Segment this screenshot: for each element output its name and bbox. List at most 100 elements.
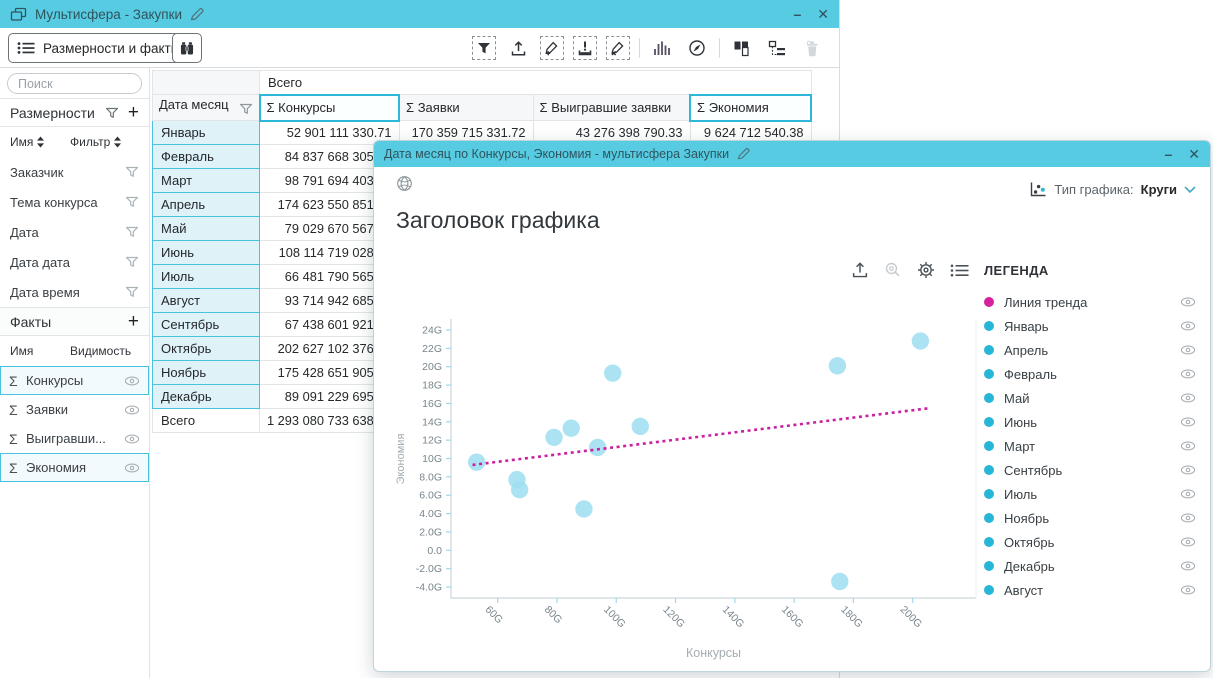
legend-item[interactable]: Июль [984,482,1200,506]
legend-item[interactable]: Май [984,386,1200,410]
legend-item[interactable]: Июнь [984,410,1200,434]
edit-popup-title-icon[interactable] [737,148,751,160]
bubble-Ноябрь[interactable] [831,573,848,590]
legend-item[interactable]: Август [984,578,1200,602]
month-cell[interactable]: Сентябрь [153,313,260,337]
legend-item[interactable]: Январь [984,314,1200,338]
bubble-Сентябрь[interactable] [511,481,528,498]
add-dimension-button[interactable]: + [128,103,139,122]
month-cell[interactable]: Декабрь [153,385,260,409]
filter-selection-button[interactable] [472,36,496,60]
month-cell[interactable]: Август [153,289,260,313]
bubble-Август[interactable] [589,439,606,456]
bubble-Апрель[interactable] [829,357,846,374]
histogram-button[interactable] [649,35,675,61]
dimension-item[interactable]: Заказчик [0,157,149,187]
apply-warning-button[interactable] [573,36,597,60]
visibility-eye-icon[interactable] [1180,393,1200,403]
dimensions-facts-button[interactable]: Размерности и факты [8,33,193,63]
copy-documents-button[interactable] [729,35,755,61]
visibility-eye-icon[interactable] [124,463,140,473]
export-button[interactable] [505,35,531,61]
funnel-icon[interactable] [105,107,119,119]
visibility-eye-icon[interactable] [1180,561,1200,571]
visibility-eye-icon[interactable] [1180,417,1200,427]
hierarchy-button[interactable] [764,35,790,61]
funnel-icon[interactable] [125,256,139,268]
edit-add-button[interactable] [540,36,564,60]
restore-window-icon[interactable] [10,7,27,22]
month-cell[interactable]: Октябрь [153,337,260,361]
month-cell[interactable]: Май [153,217,260,241]
funnel-icon[interactable] [239,103,253,118]
popup-minimize-button[interactable]: – [1164,147,1172,161]
fact-item[interactable]: ΣКонкурсы [0,366,149,395]
column-header[interactable]: Σ Конкурсы [260,95,400,121]
legend-item[interactable]: Ноябрь [984,506,1200,530]
visibility-eye-icon[interactable] [1180,321,1200,331]
fact-item[interactable]: ΣЗаявки [0,395,149,424]
visibility-eye-icon[interactable] [1180,369,1200,379]
month-cell[interactable]: Апрель [153,193,260,217]
bubble-Март[interactable] [604,364,621,381]
dimension-item[interactable]: Дата время [0,277,149,307]
month-cell[interactable]: Июль [153,265,260,289]
legend-item[interactable]: Линия тренда [984,290,1200,314]
bubble-Январь[interactable] [468,453,485,470]
bubble-Февраль[interactable] [563,420,580,437]
visibility-eye-icon[interactable] [1180,585,1200,595]
visibility-eye-icon[interactable] [124,434,140,444]
month-cell[interactable]: Январь [153,121,260,145]
fact-item[interactable]: ΣЭкономия [0,453,149,482]
search-input[interactable] [7,73,142,94]
sort-by-name[interactable]: Имя [10,127,45,157]
funnel-icon[interactable] [125,166,139,178]
month-cell[interactable]: Февраль [153,145,260,169]
visibility-eye-icon[interactable] [1180,465,1200,475]
sphere-icon[interactable] [396,175,413,197]
column-header[interactable]: Σ Экономия [690,95,811,121]
month-cell[interactable]: Ноябрь [153,361,260,385]
column-header[interactable]: Σ Заявки [399,95,533,121]
funnel-icon[interactable] [125,286,139,298]
fact-item[interactable]: ΣВыигравши... [0,424,149,453]
close-button[interactable]: ✕ [817,7,829,21]
compass-button[interactable] [684,35,710,61]
minimize-button[interactable]: – [793,7,801,21]
sort-by-filter[interactable]: Фильтр [70,127,122,157]
legend-item[interactable]: Октябрь [984,530,1200,554]
binoculars-button[interactable] [172,33,202,63]
month-cell[interactable]: Всего [153,409,260,433]
visibility-eye-icon[interactable] [1180,345,1200,355]
delete-button[interactable] [799,35,825,61]
popup-close-button[interactable]: ✕ [1188,147,1200,161]
legend-item[interactable]: Декабрь [984,554,1200,578]
chart-export-button[interactable] [851,261,869,279]
dimension-item[interactable]: Тема конкурса [0,187,149,217]
bubble-Июнь[interactable] [632,418,649,435]
funnel-icon[interactable] [125,226,139,238]
edit-remove-button[interactable] [606,36,630,60]
legend-item[interactable]: Апрель [984,338,1200,362]
funnel-icon[interactable] [125,196,139,208]
add-fact-button[interactable]: + [128,312,139,331]
column-header[interactable]: Дата месяц [153,95,260,121]
column-header[interactable]: Σ Выигравшие заявки [533,95,690,121]
bubble-Декабрь[interactable] [575,500,592,517]
chart-settings-button[interactable] [917,261,935,279]
bubble-Май[interactable] [545,429,562,446]
legend-item[interactable]: Сентябрь [984,458,1200,482]
legend-item[interactable]: Февраль [984,362,1200,386]
legend-item[interactable]: Март [984,434,1200,458]
month-cell[interactable]: Март [153,169,260,193]
chevron-down-icon[interactable] [1184,186,1196,194]
visibility-eye-icon[interactable] [124,405,140,415]
visibility-eye-icon[interactable] [1180,537,1200,547]
bubble-Июль[interactable] [508,471,525,488]
bubble-Октябрь[interactable] [912,332,929,349]
visibility-eye-icon[interactable] [1180,441,1200,451]
edit-title-icon[interactable] [190,8,205,21]
dimension-item[interactable]: Дата [0,217,149,247]
dimension-item[interactable]: Дата дата [0,247,149,277]
visibility-eye-icon[interactable] [1180,297,1200,307]
